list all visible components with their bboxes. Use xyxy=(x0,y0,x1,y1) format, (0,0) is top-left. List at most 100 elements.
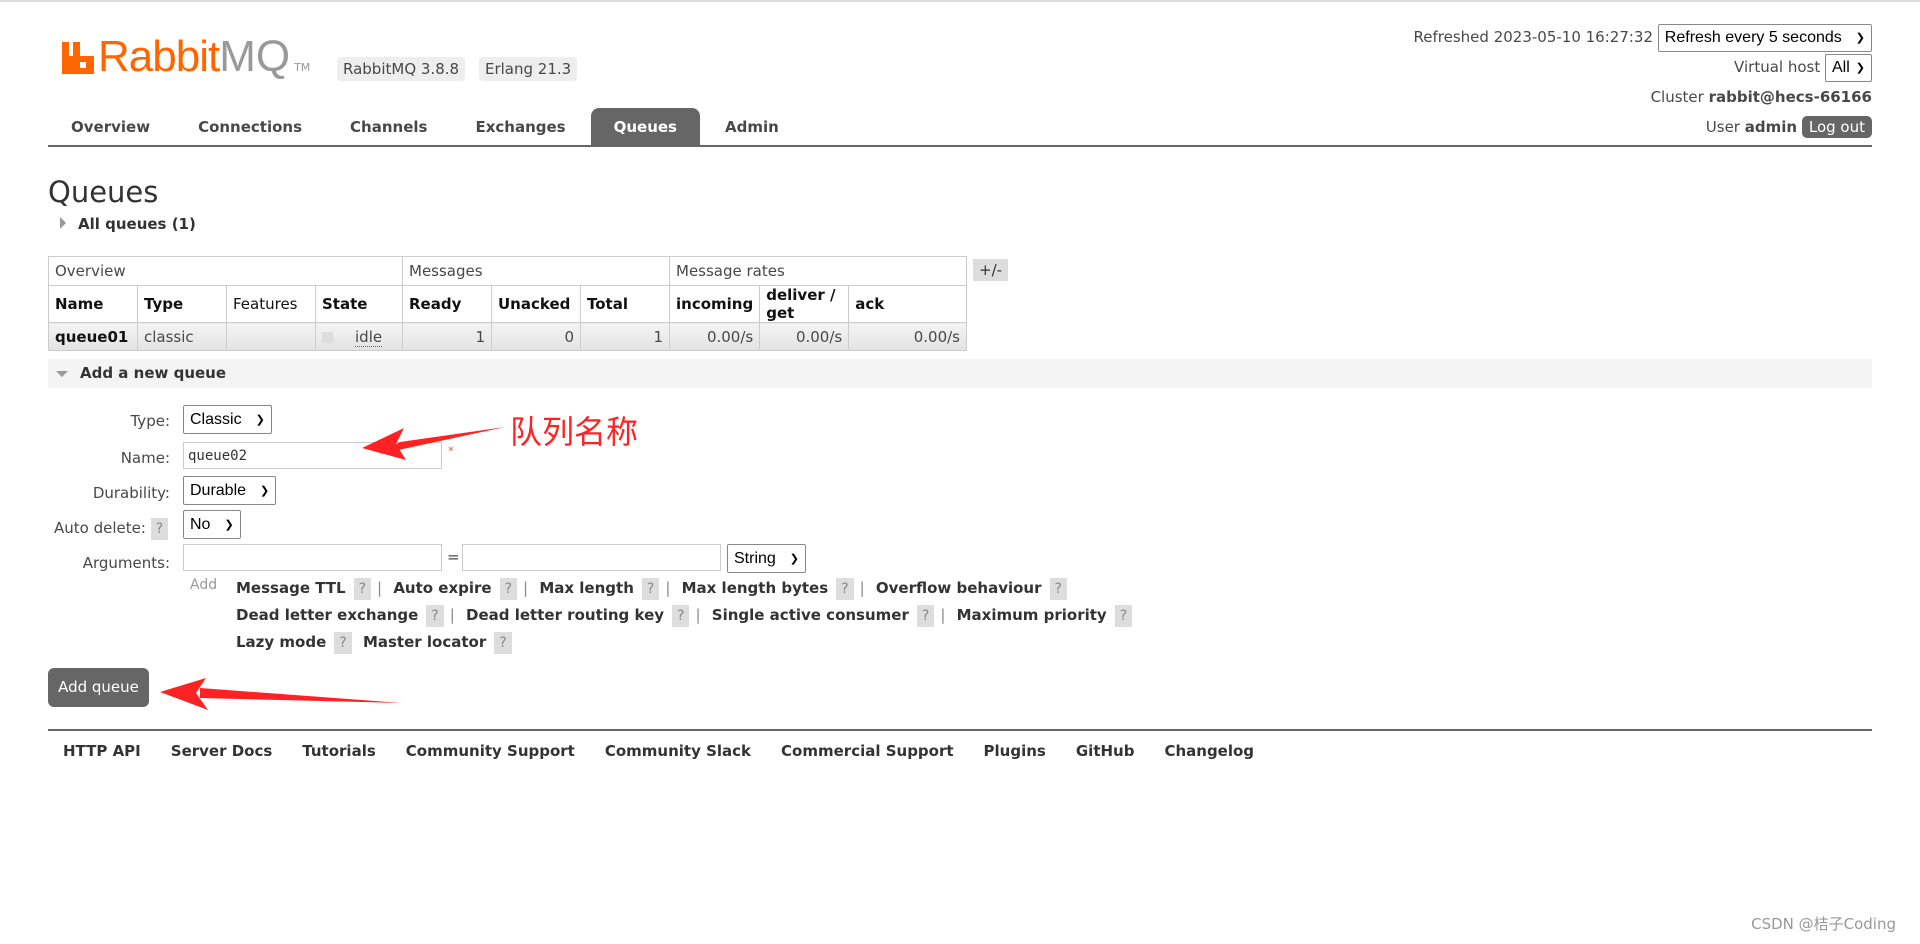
chevron-down-icon: ❯ xyxy=(789,553,800,565)
help-icon[interactable]: ? xyxy=(836,578,854,600)
chevron-down-icon: ❯ xyxy=(1855,31,1865,44)
rabbit-logo-icon xyxy=(62,42,94,74)
tab-exchanges[interactable]: Exchanges xyxy=(452,108,588,146)
queue-ack: 0.00/s xyxy=(848,322,967,351)
chevron-down-icon: ❯ xyxy=(255,414,265,426)
durability-select[interactable]: Durable ❯ xyxy=(183,476,277,505)
help-icon[interactable]: ? xyxy=(1114,605,1133,627)
col-state[interactable]: State xyxy=(315,285,403,323)
arg-link-lazy-mode[interactable]: Lazy mode xyxy=(236,633,326,651)
argument-type-value: String xyxy=(734,549,776,567)
vhost-select[interactable]: All ❯ xyxy=(1825,53,1872,82)
table-row[interactable]: queue01 classic idle 1 0 1 0.00/s 0.00/s… xyxy=(48,322,967,351)
footer-community-support[interactable]: Community Support xyxy=(406,742,575,760)
add-label: Add xyxy=(190,577,218,593)
col-name[interactable]: Name xyxy=(48,285,138,323)
tab-connections[interactable]: Connections xyxy=(175,108,325,146)
help-icon[interactable]: ? xyxy=(426,605,444,627)
tab-queues[interactable]: Queues xyxy=(590,108,700,146)
arrow-to-add-queue-icon xyxy=(160,678,402,710)
autodelete-help-icon[interactable]: ? xyxy=(150,518,169,540)
autodelete-select-value: No xyxy=(190,515,211,533)
footer-changelog[interactable]: Changelog xyxy=(1164,742,1254,760)
logo-tm: TM xyxy=(294,61,311,74)
arg-link-message-ttl[interactable]: Message TTL xyxy=(236,579,346,597)
arg-link-dead-letter-routing-key[interactable]: Dead letter routing key xyxy=(466,606,664,624)
help-icon[interactable]: ? xyxy=(1049,578,1067,600)
footer-community-slack[interactable]: Community Slack xyxy=(605,742,751,760)
vhost-label: Virtual host xyxy=(1734,58,1821,76)
footer-github[interactable]: GitHub xyxy=(1076,742,1135,760)
tab-admin[interactable]: Admin xyxy=(702,108,802,146)
queue-state: idle xyxy=(315,322,403,351)
group-message-rates: Message rates xyxy=(669,256,967,286)
rabbitmq-logo[interactable]: Rabbit MQ TM xyxy=(62,35,311,79)
arg-link-single-active-consumer[interactable]: Single active consumer xyxy=(712,606,909,624)
arg-link-max-length[interactable]: Max length xyxy=(539,579,634,597)
tab-overview[interactable]: Overview xyxy=(48,108,173,146)
footer-server-docs[interactable]: Server Docs xyxy=(171,742,273,760)
arg-link-max-length-bytes[interactable]: Max length bytes xyxy=(682,579,829,597)
annotation-text: 队列名称 xyxy=(510,413,639,451)
tab-channels[interactable]: Channels xyxy=(327,108,450,146)
name-label: Name: xyxy=(120,449,170,467)
footer-plugins[interactable]: Plugins xyxy=(984,742,1046,760)
add-queue-button[interactable]: Add queue xyxy=(48,668,149,707)
col-incoming[interactable]: incoming xyxy=(668,285,761,323)
argument-key-input[interactable] xyxy=(183,544,442,571)
name-input[interactable] xyxy=(183,442,442,469)
chevron-down-icon: ❯ xyxy=(224,519,234,531)
col-unacked[interactable]: Unacked xyxy=(491,285,581,323)
triangle-right-icon xyxy=(60,217,66,229)
help-icon[interactable]: ? xyxy=(672,605,690,627)
help-icon[interactable]: ? xyxy=(916,605,935,627)
add-queue-section-toggle[interactable]: Add a new queue xyxy=(48,359,1872,388)
argument-links-row-3: Lazy mode? Master locator? xyxy=(236,629,1136,656)
queues-table: Overview Messages Message rates Name Typ… xyxy=(48,256,967,351)
col-ready[interactable]: Ready xyxy=(402,285,492,323)
chevron-down-icon: ❯ xyxy=(260,485,270,497)
queue-ready: 1 xyxy=(402,322,492,351)
all-queues-toggle[interactable]: All queues (1) xyxy=(60,215,196,233)
argument-type-select[interactable]: String ❯ xyxy=(727,544,807,573)
footer-http-api[interactable]: HTTP API xyxy=(63,742,141,760)
main-nav: Overview Connections Channels Exchanges … xyxy=(48,108,1872,147)
type-select[interactable]: Classic ❯ xyxy=(183,405,272,434)
refreshed-text: Refreshed 2023-05-10 16:27:32 xyxy=(1413,28,1654,46)
arg-link-dead-letter-exchange[interactable]: Dead letter exchange xyxy=(236,606,418,624)
help-icon[interactable]: ? xyxy=(334,632,352,654)
column-toggle-button[interactable]: +/- xyxy=(973,259,1009,281)
help-icon[interactable]: ? xyxy=(499,578,518,600)
autodelete-select[interactable]: No ❯ xyxy=(183,510,241,539)
arg-link-overflow-behaviour[interactable]: Overflow behaviour xyxy=(876,579,1042,597)
erlang-badge: Erlang 21.3 xyxy=(479,57,578,81)
arg-link-auto-expire[interactable]: Auto expire xyxy=(393,579,491,597)
queue-name-link[interactable]: queue01 xyxy=(48,322,138,351)
cluster-name: rabbit@hecs-66166 xyxy=(1708,88,1872,106)
cluster-label: Cluster xyxy=(1650,88,1704,106)
col-total[interactable]: Total xyxy=(580,285,670,323)
arg-link-master-locator[interactable]: Master locator xyxy=(363,633,486,651)
autodelete-label: Auto delete: xyxy=(54,519,146,537)
all-queues-label: All queues (1) xyxy=(78,215,196,233)
vhost-select-value: All xyxy=(1832,58,1850,76)
group-messages: Messages xyxy=(402,256,670,286)
autodelete-label-group: Auto delete: ? xyxy=(54,518,169,540)
col-type[interactable]: Type xyxy=(137,285,227,323)
footer-links: HTTP API Server Docs Tutorials Community… xyxy=(48,729,1872,760)
group-overview: Overview xyxy=(48,256,403,286)
col-ack[interactable]: ack xyxy=(848,285,967,323)
help-icon[interactable]: ? xyxy=(494,632,512,654)
argument-value-input[interactable] xyxy=(462,544,721,571)
footer-commercial-support[interactable]: Commercial Support xyxy=(781,742,954,760)
col-features: Features xyxy=(226,285,316,323)
refresh-select[interactable]: Refresh every 5 seconds ❯ xyxy=(1657,23,1872,52)
col-deliver-get[interactable]: deliver / get xyxy=(759,285,850,323)
help-icon[interactable]: ? xyxy=(641,578,660,600)
help-icon[interactable]: ? xyxy=(353,578,372,600)
durability-label: Durability: xyxy=(92,484,170,502)
durability-select-value: Durable xyxy=(190,481,247,499)
arg-link-maximum-priority[interactable]: Maximum priority xyxy=(957,606,1107,624)
type-label: Type: xyxy=(130,412,170,430)
footer-tutorials[interactable]: Tutorials xyxy=(302,742,375,760)
